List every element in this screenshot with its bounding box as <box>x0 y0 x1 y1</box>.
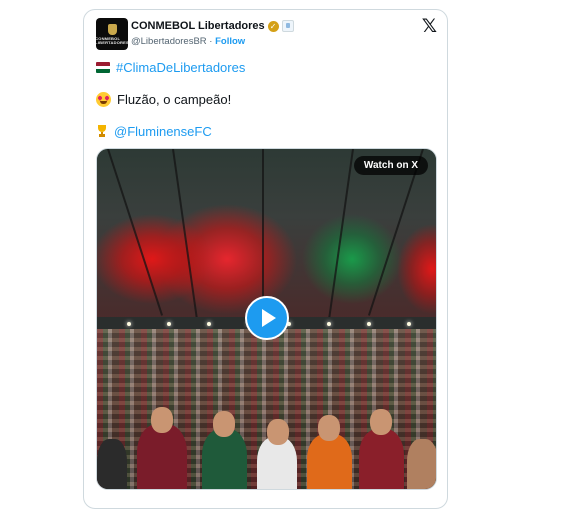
trophy-logo-icon <box>107 23 117 35</box>
handle[interactable]: @LibertadoresBR <box>131 36 207 47</box>
watch-on-x-button[interactable]: Watch on X <box>353 156 428 175</box>
crowd <box>97 329 436 489</box>
tweet-card[interactable]: CONMEBOL LIBERTADORES CONMEBOL Libertado… <box>83 9 448 509</box>
play-icon <box>262 309 276 327</box>
tweet-text: Fluzão, o campeão! <box>117 92 232 107</box>
fluminense-flag-icon <box>96 62 110 73</box>
avatar-logo-text: CONMEBOL LIBERTADORES <box>96 35 128 45</box>
body-line: Fluzão, o campeão! <box>96 92 231 107</box>
follow-button[interactable]: Follow <box>215 36 245 47</box>
hashtag-link[interactable]: #ClimaDeLibertadores <box>116 60 245 75</box>
affiliation-badge-icon[interactable] <box>281 20 294 32</box>
display-name[interactable]: CONMEBOL Libertadores <box>131 20 265 32</box>
play-button[interactable] <box>245 296 289 340</box>
heart-eyes-emoji-icon <box>96 92 111 107</box>
mention-line: @FluminenseFC <box>96 124 212 139</box>
separator: · <box>209 36 213 47</box>
x-logo-icon[interactable]: 𝕏 <box>422 17 437 36</box>
verified-badge-icon[interactable]: ✓ <box>267 20 279 32</box>
mention-link[interactable]: @FluminenseFC <box>114 124 212 139</box>
handle-row: @LibertadoresBR · Follow <box>131 36 245 47</box>
video-media[interactable]: Watch on X <box>96 148 437 490</box>
author-name-row: CONMEBOL Libertadores ✓ <box>131 20 294 32</box>
hashtag-line: #ClimaDeLibertadores <box>96 60 245 75</box>
trophy-emoji-icon <box>96 125 108 138</box>
avatar[interactable]: CONMEBOL LIBERTADORES <box>96 18 128 50</box>
